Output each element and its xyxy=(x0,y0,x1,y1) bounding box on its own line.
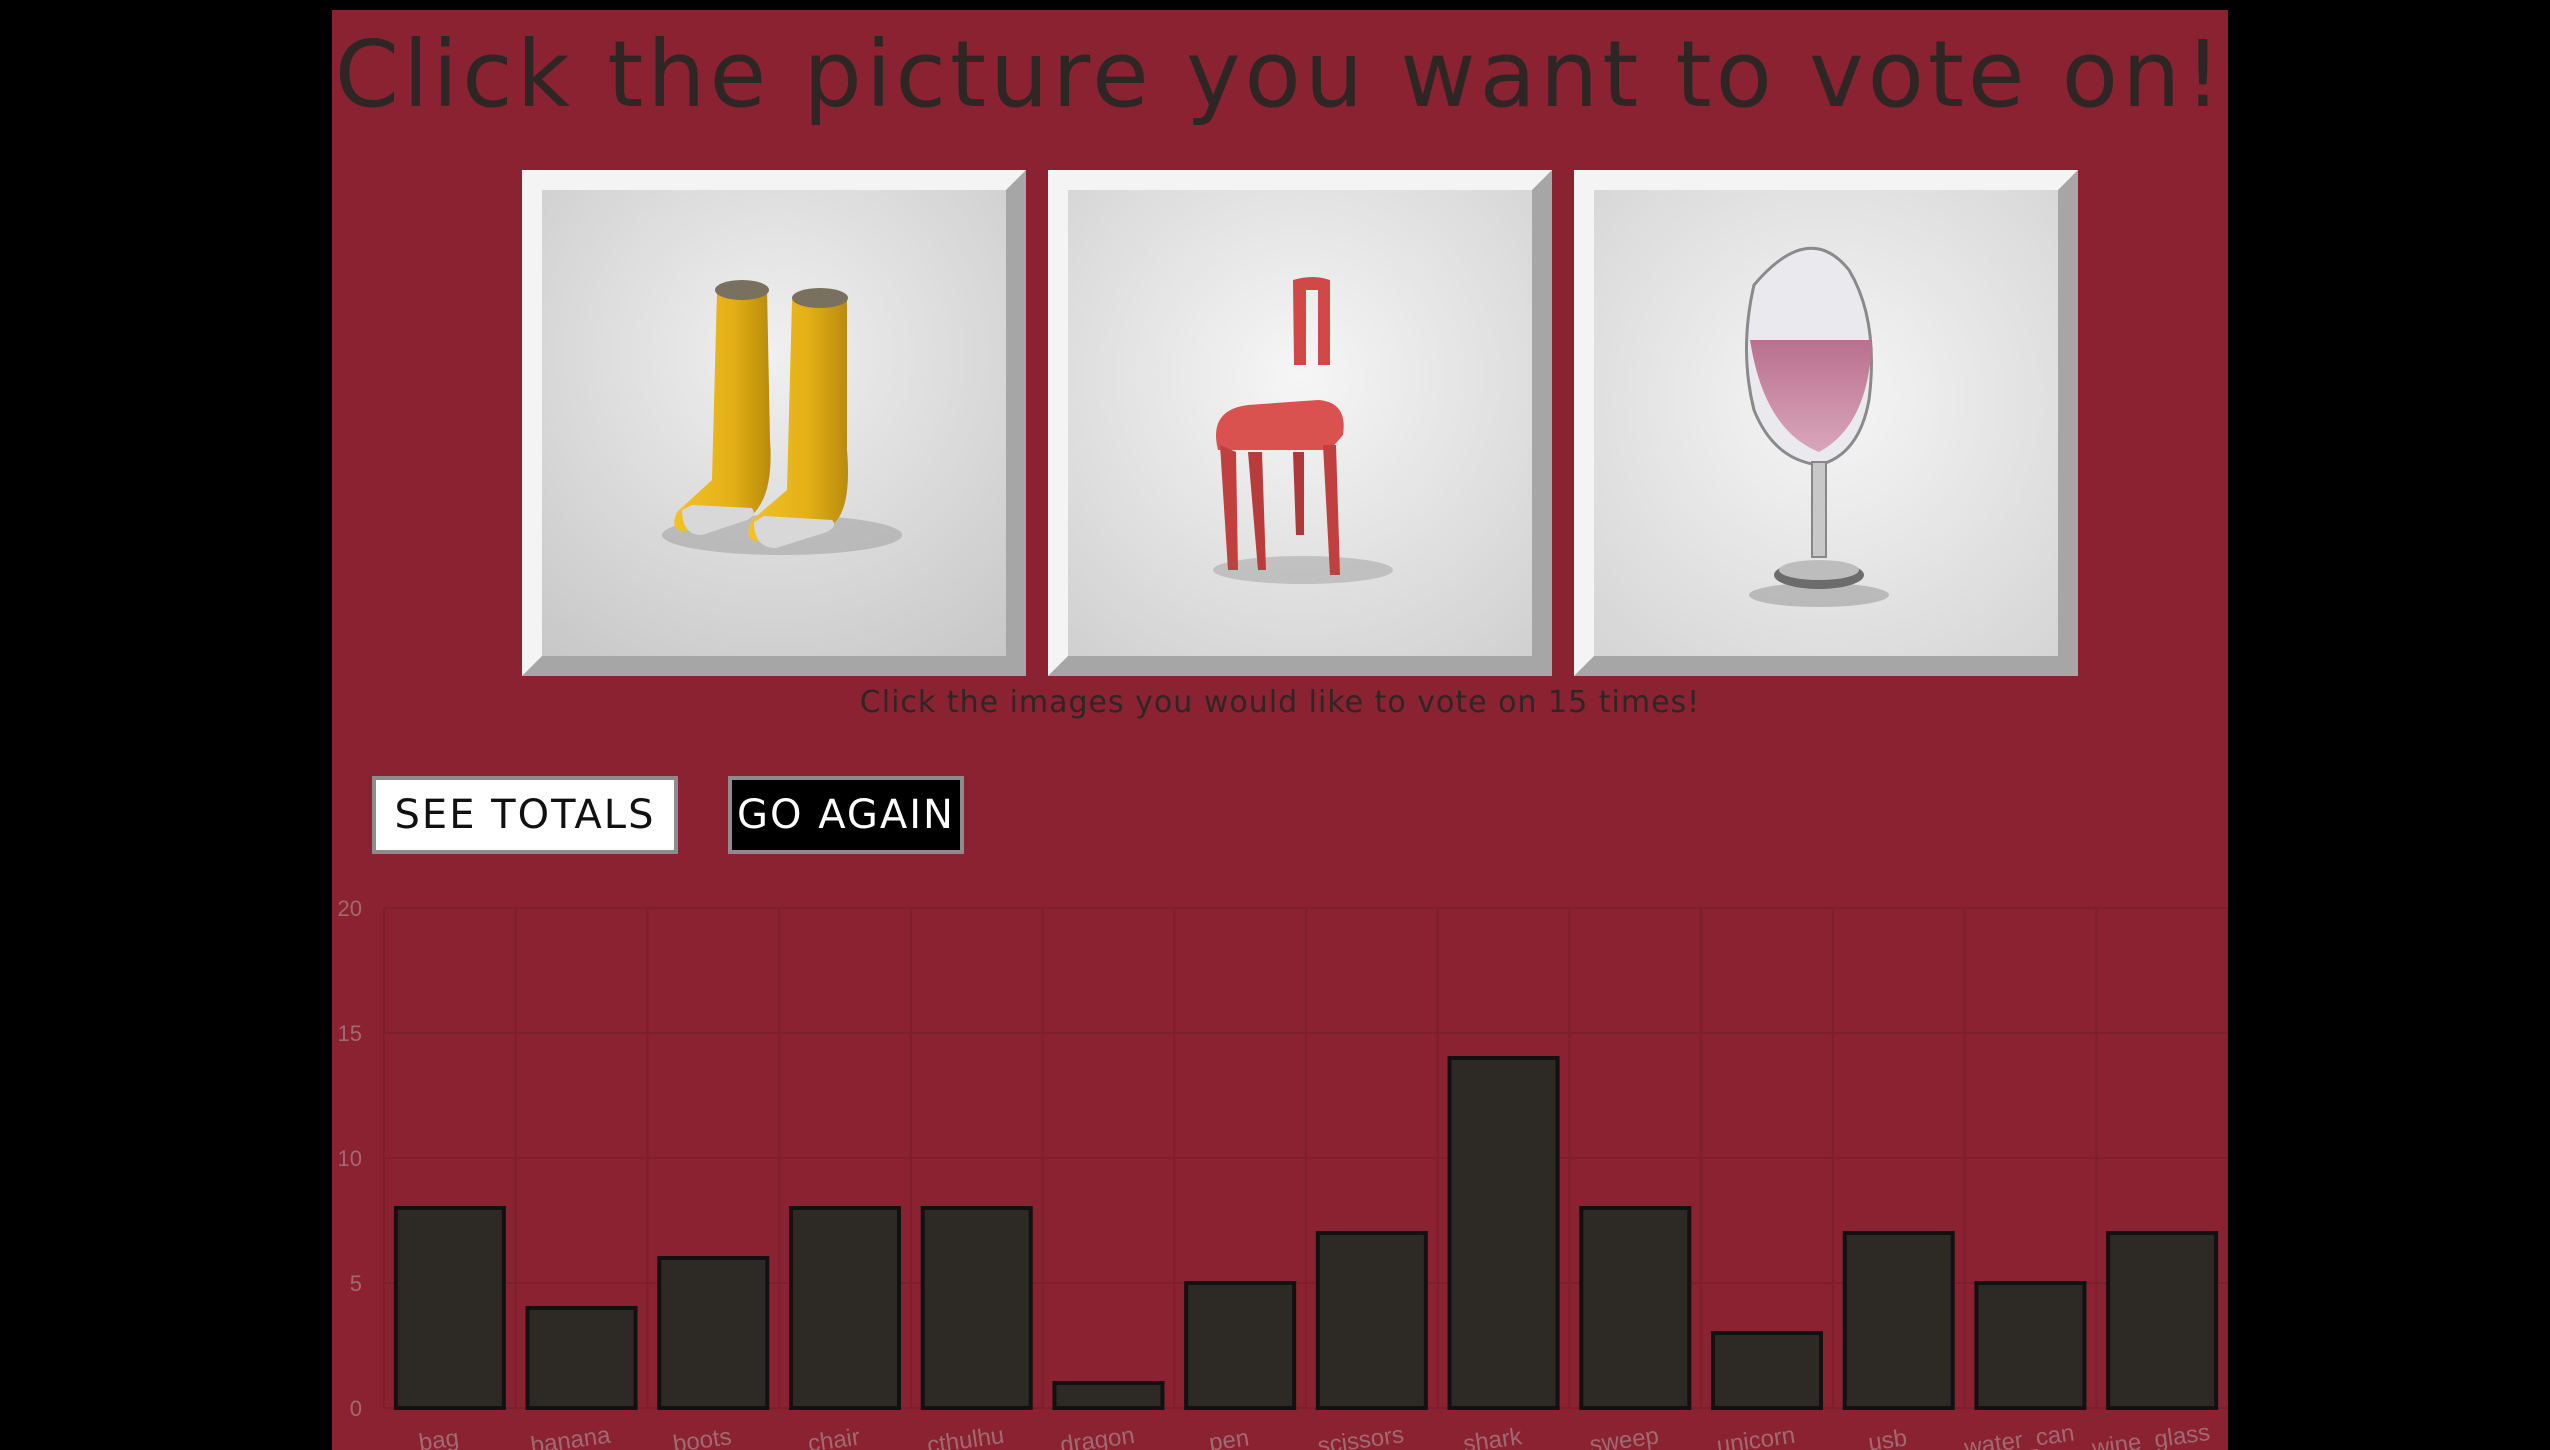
x-tick-label: sweep xyxy=(1588,1422,1660,1450)
x-tick-label: scissors xyxy=(1316,1421,1406,1450)
voting-panel: Click the picture you want to vote on! C… xyxy=(332,10,2228,1450)
bar-sweep xyxy=(1579,1206,1692,1410)
chart-x-axis: bag banana boots chair cthulhu dragon pen sciss… xyxy=(417,1419,2212,1450)
bar-scissors xyxy=(1315,1231,1428,1410)
x-tick-label: usb xyxy=(1867,1425,1909,1450)
go-again-button[interactable]: GO AGAIN xyxy=(728,776,964,854)
x-tick-label: cthulhu xyxy=(925,1422,1005,1450)
x-tick-label: boots xyxy=(671,1423,733,1450)
y-tick-label: 0 xyxy=(350,1396,362,1421)
y-tick-label: 5 xyxy=(350,1271,362,1296)
chart-y-axis: 0 5 10 15 20 xyxy=(338,896,362,1421)
y-tick-label: 20 xyxy=(338,896,362,921)
bar-dragon xyxy=(1052,1381,1165,1410)
chair-image xyxy=(1068,190,1532,656)
x-tick-label: dragon xyxy=(1059,1422,1137,1450)
vote-image-wine-glass[interactable] xyxy=(1574,170,2078,676)
bar-wine_glass xyxy=(2106,1231,2219,1410)
bar-pen xyxy=(1184,1281,1297,1410)
bar-boots xyxy=(657,1256,770,1410)
y-tick-label: 15 xyxy=(338,1021,362,1046)
boots-image xyxy=(542,190,1006,656)
wine-glass-image xyxy=(1594,190,2058,656)
bar-banana xyxy=(525,1306,638,1410)
bar-water_can xyxy=(1974,1281,2087,1410)
page-title: Click the picture you want to vote on! xyxy=(334,21,2226,128)
x-tick-label: wine_glass xyxy=(2089,1419,2211,1450)
vote-image-chair[interactable] xyxy=(1048,170,1552,676)
bar-unicorn xyxy=(1710,1331,1824,1410)
bar-bag xyxy=(393,1206,506,1410)
x-tick-label: shark xyxy=(1462,1423,1525,1450)
vote-instructions: Click the images you would like to vote … xyxy=(859,685,1701,720)
x-tick-label: water_can xyxy=(1962,1419,2076,1450)
y-tick-label: 10 xyxy=(338,1146,362,1171)
bar-shark xyxy=(1447,1056,1560,1410)
bar-usb xyxy=(1842,1231,1955,1410)
x-tick-label: pen xyxy=(1207,1424,1250,1450)
see-totals-button[interactable]: SEE TOTALS xyxy=(372,776,678,854)
bar-cthulhu xyxy=(920,1206,1033,1410)
x-tick-label: bag xyxy=(417,1424,460,1450)
x-tick-label: banana xyxy=(529,1422,613,1450)
x-tick-label: chair xyxy=(806,1424,861,1450)
vote-image-boots[interactable] xyxy=(522,170,1026,676)
x-tick-label: unicorn xyxy=(1715,1422,1797,1450)
votes-bar-chart: 0 5 10 15 20 bag banana boots chair cthulhu drago… xyxy=(338,896,2228,1450)
bar-chair xyxy=(788,1206,902,1410)
